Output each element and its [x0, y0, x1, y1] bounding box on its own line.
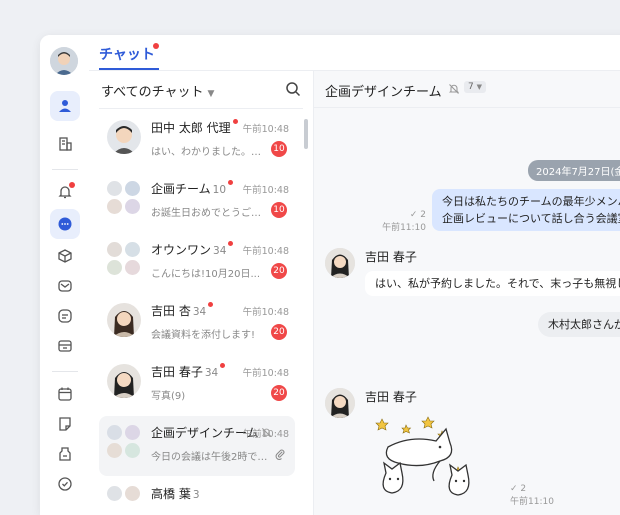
sticky-note-icon[interactable] [50, 409, 80, 439]
muted-bell-icon[interactable] [448, 83, 460, 95]
unread-badge: 10 [271, 141, 287, 157]
avatar [107, 120, 141, 154]
messenger-window: チャット すべてのチャット ▼ 田中 太郎 代理 午前10:48 はい、わかりまし… [40, 35, 620, 515]
chat-preview: こんにちは!10月20日... [151, 269, 260, 280]
chat-time: 午前10:48 [242, 246, 289, 257]
attachment-icon [275, 449, 285, 460]
chat-preview: 写真(9) [151, 391, 186, 402]
chat-time: 午前10:48 [242, 307, 289, 318]
message-time: 午前11:10 [510, 497, 554, 507]
read-count: 2 [420, 210, 426, 220]
member-count: 3 [192, 489, 200, 501]
chat-list-item[interactable]: 田中 太郎 代理 午前10:48 はい、わかりました。明日... 10 [99, 111, 295, 171]
member-count: 10 [212, 184, 227, 196]
people-nav-icon[interactable] [50, 91, 80, 121]
chat-list-item[interactable]: オウンワン 34 午前10:48 こんにちは!10月20日... 20 [99, 233, 295, 293]
conversation-header: 企画デザインチーム 7 ▼ [314, 71, 620, 108]
approval-icon[interactable] [50, 439, 80, 469]
chat-name: 吉田 杏 [151, 304, 191, 318]
chat-filter-dropdown[interactable]: すべてのチャット ▼ [101, 81, 214, 100]
cat-sticker[interactable] [370, 411, 510, 511]
chat-time: 午前10:48 [242, 124, 289, 135]
chat-time: 午前10:48 [242, 368, 289, 379]
tab-chat[interactable]: チャット [99, 44, 155, 64]
group-avatar [107, 486, 141, 515]
message-time: 午前11:10 [382, 223, 426, 233]
chat-list-item[interactable]: 吉田 春子 34 午前10:48 写真(9) 20 [99, 355, 295, 415]
mail-icon[interactable] [50, 271, 80, 301]
member-count: 34 [213, 245, 227, 257]
member-count: 34 [204, 367, 219, 379]
message-line: 企画レビューについて話し合う会議室を予約 [442, 212, 620, 225]
chat-preview: お誕生日おめでとうござい... [151, 208, 269, 219]
unread-badge: 20 [271, 263, 287, 279]
chat-list-panel: すべてのチャット ▼ 田中 太郎 代理 午前10:48 はい、わかりました。明日.… [89, 71, 314, 515]
chat-list-item[interactable]: 高橋 葉3 [99, 477, 295, 515]
conversation-title: 企画デザインチーム [325, 85, 442, 100]
tab-unread-dot [153, 43, 159, 49]
top-bar: チャット [89, 35, 620, 71]
archive-icon[interactable] [50, 331, 80, 361]
notification-bell-icon[interactable] [50, 177, 80, 207]
read-count: 2 [520, 484, 527, 494]
message-meta: ✓ 2 午前11:10 [382, 210, 426, 233]
unread-dot [232, 119, 238, 124]
date-divider: 2024年7月27日(金 [528, 160, 620, 181]
chat-name: 田中 太郎 代理 [151, 121, 231, 135]
unread-dot [208, 302, 214, 307]
chat-list-scrollbar[interactable] [304, 119, 308, 149]
search-icon[interactable] [285, 81, 301, 97]
unread-dot [220, 363, 226, 368]
tab-underline [99, 68, 159, 70]
member-count: 34 [192, 306, 207, 318]
nav-rail [40, 35, 90, 515]
chat-preview: はい、わかりました。明日... [151, 147, 269, 158]
chat-preview: 会議資料を添付します! [151, 330, 256, 341]
calendar-icon[interactable] [50, 379, 80, 409]
chat-list-item[interactable]: 企画チーム 10 午前10:48 お誕生日おめでとうござい... 10 [99, 172, 295, 232]
unread-badge: 20 [271, 324, 287, 340]
sender-name: 吉田 春子 [365, 390, 417, 404]
my-avatar[interactable] [50, 47, 78, 75]
box-icon[interactable] [50, 241, 80, 271]
chat-time: 午前10:48 [242, 185, 289, 196]
message-line: 今日は私たちのチームの最年少メンバーの誕 [442, 195, 620, 208]
chat-time: 午前10:48 [242, 429, 289, 440]
chat-name: 吉田 春子 [151, 365, 203, 379]
task-check-icon[interactable] [50, 469, 80, 499]
sender-avatar[interactable] [325, 248, 355, 278]
unread-badge: 10 [271, 202, 287, 218]
system-text: 木村太郎さんが高橋さ [548, 318, 620, 331]
message-meta: ✓ 2 午前11:10 [510, 484, 554, 507]
unread-dot [228, 241, 234, 246]
note-icon[interactable] [50, 301, 80, 331]
unread-dot [228, 180, 234, 185]
my-message-bubble[interactable]: 今日は私たちのチームの最年少メンバーの誕 企画レビューについて話し合う会議室を予… [432, 189, 620, 231]
chat-name: オウンワン [151, 243, 212, 257]
chat-filter-label: すべてのチャット [101, 85, 204, 100]
conversation-panel: 企画デザインチーム 7 ▼ 2024年7月27日(金 ✓ 2 午前11:10 今… [314, 71, 620, 515]
group-avatar [107, 242, 141, 276]
chat-preview: 今日の会議は午後2時です。 [151, 452, 269, 463]
caret-down-icon: ▼ [207, 89, 215, 99]
chat-nav-icon[interactable] [50, 209, 80, 239]
sender-name: 吉田 春子 [365, 250, 417, 264]
avatar [107, 364, 141, 398]
their-message-bubble[interactable]: はい、私が予約しました。それで、末っ子も無視し [365, 271, 620, 296]
system-message: 木村太郎さんが高橋さ [538, 312, 620, 337]
member-count-dropdown[interactable]: 7 ▼ [464, 81, 486, 93]
chat-list-item[interactable]: 吉田 杏 34 午前10:48 会議資料を添付します! 20 [99, 294, 295, 354]
unread-badge: 20 [271, 385, 287, 401]
group-avatar [107, 181, 141, 215]
caret-down-icon: ▼ [476, 83, 482, 91]
member-count: 7 [468, 82, 474, 92]
message-text: はい、私が予約しました。それで、末っ子も無視し [375, 277, 620, 290]
avatar [107, 303, 141, 337]
sender-avatar[interactable] [325, 388, 355, 418]
chat-list-item-selected[interactable]: 企画デザインチーム 午前10:48 今日の会議は午後2時です。 [99, 416, 295, 476]
group-avatar [107, 425, 141, 459]
chat-name: 企画チーム [151, 182, 211, 196]
chat-name: 高橋 葉 [151, 487, 191, 501]
organization-icon[interactable] [50, 129, 80, 159]
